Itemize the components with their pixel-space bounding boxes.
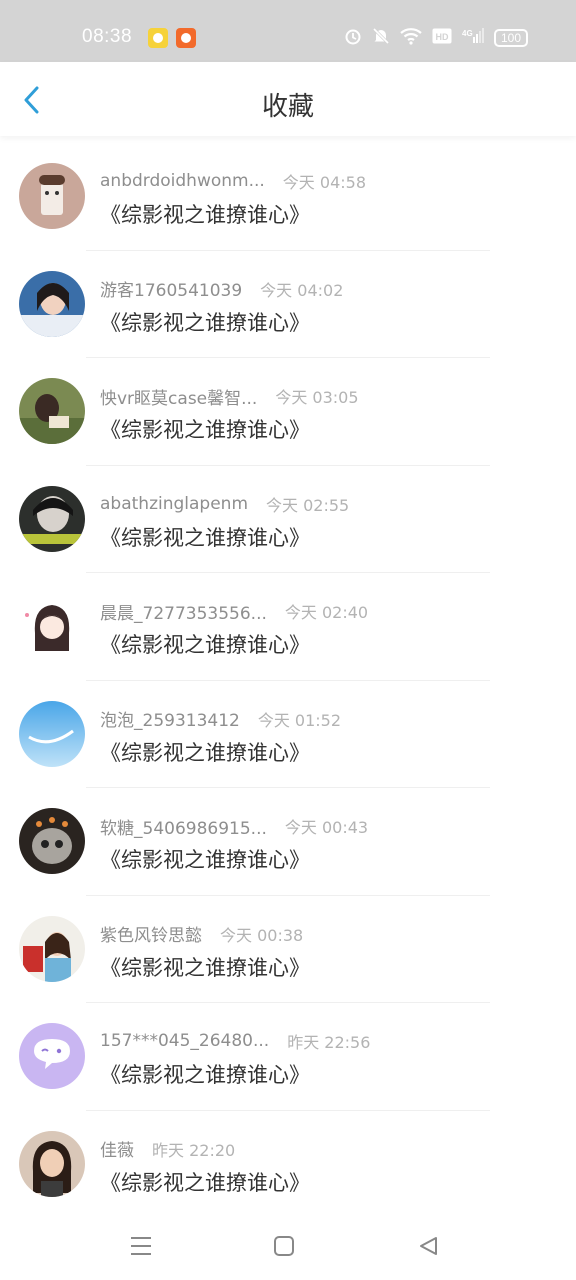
book-title: 《综影视之谁撩谁心》 xyxy=(100,1170,310,1195)
battery-icon: 100 xyxy=(494,29,528,47)
svg-text:HD: HD xyxy=(436,32,449,42)
svg-text:4G: 4G xyxy=(462,29,473,38)
timestamp: 今天 03:05 xyxy=(275,388,359,407)
status-time: 08:38 xyxy=(82,26,133,47)
book-title: 《综影视之谁撩谁心》 xyxy=(100,310,310,335)
list-item[interactable]: 157***045_26480... 昨天 22:56 《综影视之谁撩谁心》 xyxy=(0,1003,576,1111)
timestamp: 今天 00:38 xyxy=(220,925,304,945)
list-item[interactable]: anbdrdoidhwonm... 今天 04:58 《综影视之谁撩谁心》 xyxy=(0,143,576,251)
list-item[interactable]: 软糖_5406986915... 今天 00:43 《综影视之谁撩谁心》 xyxy=(0,788,576,896)
list-item[interactable]: 泡泡_259313412 今天 01:52 《综影视之谁撩谁心》 xyxy=(0,681,576,788)
avatar xyxy=(19,808,85,874)
avatar xyxy=(19,1023,85,1089)
avatar xyxy=(19,1130,85,1197)
username: 软糖_5406986915... xyxy=(100,818,267,839)
username: 怏vr眍莫case馨智... xyxy=(100,388,258,409)
book-title: 《综影视之谁撩谁心》 xyxy=(100,848,310,872)
system-nav-bar xyxy=(0,1212,576,1280)
list-item[interactable]: 紫色风铃思懿 今天 00:38 《综影视之谁撩谁心》 xyxy=(0,896,576,1003)
timestamp: 今天 02:55 xyxy=(266,495,350,515)
timestamp: 昨天 22:20 xyxy=(152,1140,236,1160)
book-title: 《综影视之谁撩谁心》 xyxy=(100,740,310,765)
status-bar: 08:38 HD 4G 100 xyxy=(0,0,576,62)
status-icons: HD 4G 100 xyxy=(344,27,528,49)
username: 佳薇 xyxy=(100,1141,134,1161)
list-item[interactable]: abathzinglapenm 今天 02:55 《综影视之谁撩谁心》 xyxy=(0,466,576,573)
avatar xyxy=(19,163,85,229)
hd-icon: HD xyxy=(432,28,452,48)
timestamp: 今天 04:02 xyxy=(260,280,344,300)
alarm-icon xyxy=(344,27,362,49)
list-item[interactable]: 佳薇 昨天 22:20 《综影视之谁撩谁心》 xyxy=(0,1111,576,1219)
avatar xyxy=(19,593,85,659)
app-notification-icon xyxy=(176,28,196,48)
avatar xyxy=(19,915,85,982)
timestamp: 今天 04:58 xyxy=(282,173,366,192)
4g-signal-icon: 4G xyxy=(462,27,484,49)
app-notification-icon xyxy=(148,28,168,48)
list-item[interactable]: 怏vr眍莫case馨智... 今天 03:05 《综影视之谁撩谁心》 xyxy=(0,358,576,466)
wifi-icon xyxy=(400,27,422,49)
book-title: 《综影视之谁撩谁心》 xyxy=(100,1063,310,1087)
book-title: 《综影视之谁撩谁心》 xyxy=(100,955,310,980)
home-square-icon[interactable] xyxy=(270,1232,298,1260)
mute-icon xyxy=(372,27,390,49)
username: anbdrdoidhwonm... xyxy=(100,171,265,191)
list-item[interactable]: 游客1760541039 今天 04:02 《综影视之谁撩谁心》 xyxy=(0,251,576,358)
favorites-list: anbdrdoidhwonm... 今天 04:58 《综影视之谁撩谁心》 游客… xyxy=(0,143,576,1218)
timestamp: 昨天 22:56 xyxy=(287,1033,371,1052)
menu-icon[interactable] xyxy=(127,1232,155,1260)
avatar xyxy=(19,378,85,444)
list-item[interactable]: 晨晨_7277353556... 今天 02:40 《综影视之谁撩谁心》 xyxy=(0,573,576,681)
username: 157***045_26480... xyxy=(100,1031,270,1051)
username: 紫色风铃思懿 xyxy=(100,926,202,946)
username: abathzinglapenm xyxy=(100,493,249,514)
avatar xyxy=(19,270,85,337)
back-triangle-icon[interactable] xyxy=(414,1232,442,1260)
timestamp: 今天 02:40 xyxy=(284,603,369,622)
book-title: 《综影视之谁撩谁心》 xyxy=(100,633,310,657)
page-title: 收藏 xyxy=(261,92,314,122)
header-bar: 收藏 xyxy=(0,62,576,136)
username: 泡泡_259313412 xyxy=(100,711,240,731)
book-title: 《综影视之谁撩谁心》 xyxy=(100,525,310,550)
username: 晨晨_7277353556... xyxy=(100,603,267,624)
book-title: 《综影视之谁撩谁心》 xyxy=(100,418,310,442)
timestamp: 今天 01:52 xyxy=(257,710,342,730)
book-title: 《综影视之谁撩谁心》 xyxy=(100,203,310,227)
avatar xyxy=(19,700,85,767)
username: 游客1760541039 xyxy=(100,281,243,301)
avatar xyxy=(19,485,85,552)
timestamp: 今天 00:43 xyxy=(284,818,369,837)
